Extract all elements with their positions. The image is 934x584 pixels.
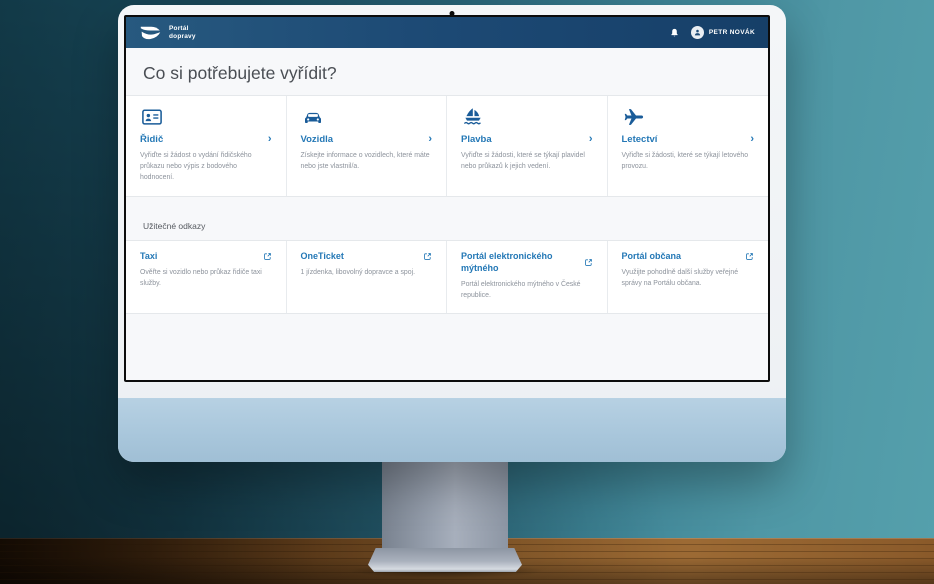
monitor-screen: Portál dopravy [124, 15, 770, 382]
user-menu[interactable]: PETR NOVÁK [691, 26, 755, 39]
external-link-icon [584, 257, 593, 267]
card-description: Vyřiďte si žádosti, které se týkají leto… [622, 150, 755, 172]
site-header: Portál dopravy [126, 17, 768, 48]
sailboat-icon [461, 107, 593, 127]
link-description: Využijte pohodlně další služby veřejné s… [622, 267, 755, 289]
link-card-portal-obcana[interactable]: Portál občana Využijte pohodlně další sl… [608, 241, 769, 312]
link-description: 1 jízdenka, libovolný dopravce a spoj. [301, 267, 433, 278]
link-title: Portál elektronického mýtného [461, 251, 556, 274]
monitor-stand-column [382, 455, 508, 555]
card-description: Vyřiďte si žádosti, které se týkají plav… [461, 150, 593, 172]
external-link-icon [263, 251, 272, 261]
link-title: Taxi [140, 251, 157, 263]
external-link-icon [745, 251, 754, 261]
airplane-icon [622, 107, 755, 127]
link-title: Portál občana [622, 251, 682, 263]
page-heading: Co si potřebujete vyřídit? [126, 63, 768, 84]
bell-icon[interactable] [669, 27, 680, 39]
service-card-ridic[interactable]: Řidič › Vyřiďte si žádost o vydání řidič… [126, 96, 287, 196]
external-link-icon [423, 251, 432, 261]
link-description: Ověřte si vozidlo nebo průkaz řidiče tax… [140, 267, 272, 289]
links-section-title: Užitečné odkazy [126, 221, 768, 231]
portal-dopravy-webpage: Portál dopravy [126, 17, 768, 380]
link-title: OneTicket [301, 251, 344, 263]
card-title: Řidič [140, 134, 163, 145]
service-cards-row: Řidič › Vyřiďte si žádost o vydání řidič… [126, 95, 768, 197]
bird-logo-icon[interactable] [139, 25, 162, 41]
monitor-stand-foot [368, 548, 522, 572]
id-card-icon [140, 107, 272, 127]
card-description: Vyřiďte si žádost o vydání řidičského pr… [140, 150, 272, 183]
card-title: Plavba [461, 134, 492, 145]
user-name: PETR NOVÁK [709, 29, 755, 36]
card-description: Získejte informace o vozidlech, které má… [301, 150, 433, 172]
chevron-right-icon: › [428, 134, 432, 145]
imac-monitor: Portál dopravy [118, 5, 786, 462]
site-title[interactable]: Portál dopravy [169, 25, 196, 41]
user-avatar-icon [691, 26, 704, 39]
card-title: Letectví [622, 134, 658, 145]
card-title: Vozidla [301, 134, 334, 145]
service-card-letectvi[interactable]: Letectví › Vyřiďte si žádosti, které se … [608, 96, 769, 196]
link-card-taxi[interactable]: Taxi Ověřte si vozidlo nebo průkaz řidič… [126, 241, 287, 312]
chevron-right-icon: › [589, 134, 593, 145]
chevron-right-icon: › [750, 134, 754, 145]
link-card-oneticket[interactable]: OneTicket 1 jízdenka, libovolný dopravce… [287, 241, 448, 312]
chevron-right-icon: › [268, 134, 272, 145]
imac-chin [118, 398, 786, 462]
service-card-vozidla[interactable]: Vozidla › Získejte informace o vozidlech… [287, 96, 448, 196]
link-card-mytne[interactable]: Portál elektronického mýtného Portál ele… [447, 241, 608, 312]
service-card-plavba[interactable]: Plavba › Vyřiďte si žádosti, které se tý… [447, 96, 608, 196]
car-icon [301, 107, 433, 127]
link-description: Portál elektronického mýtného v České re… [461, 279, 593, 301]
useful-links-row: Taxi Ověřte si vozidlo nebo průkaz řidič… [126, 240, 768, 313]
